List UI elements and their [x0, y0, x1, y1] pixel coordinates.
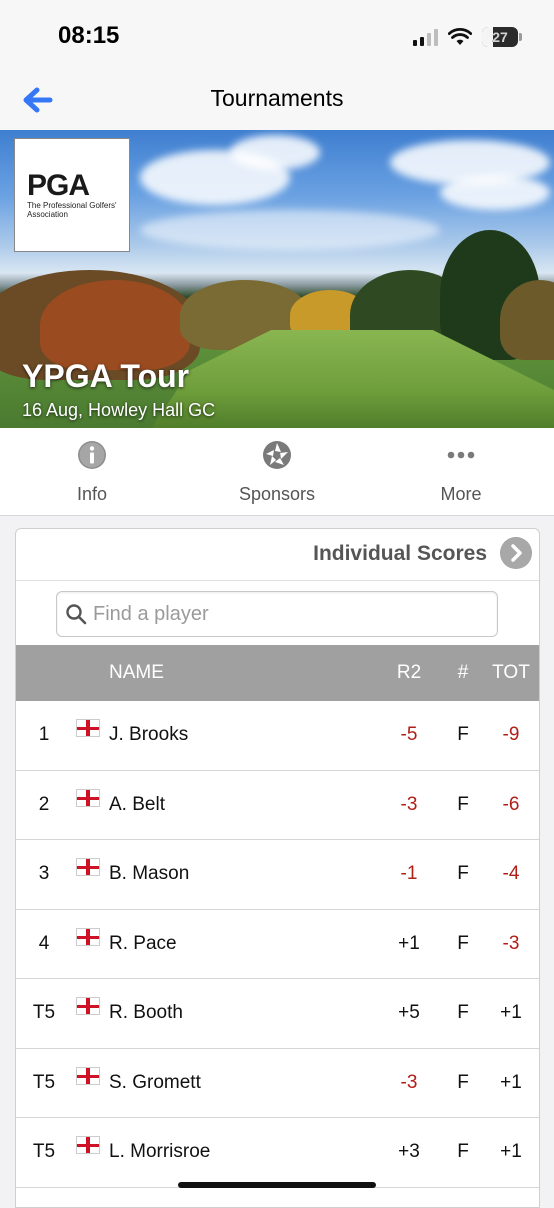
chevron-right-icon: [500, 537, 532, 569]
more-dots-icon: [446, 440, 476, 470]
row-round2-score: +1: [386, 933, 432, 955]
tab-sponsors-label: Sponsors: [185, 484, 369, 505]
row-thru: F: [452, 1002, 474, 1024]
england-flag-icon: [76, 789, 100, 807]
battery-icon: 27: [482, 27, 518, 47]
battery-level: 27: [492, 29, 508, 45]
table-row[interactable]: 2 A. Belt -3 F -6: [16, 771, 539, 841]
status-icons: 27: [413, 25, 518, 49]
table-row[interactable]: T5 L. Morrisroe +3 F +1: [16, 1118, 539, 1188]
row-player-name: B. Mason: [109, 863, 189, 885]
row-thru: F: [452, 724, 474, 746]
row-total: -6: [490, 794, 532, 816]
row-total: +1: [490, 1072, 532, 1094]
tab-more-label: More: [369, 484, 553, 505]
row-position: 1: [16, 724, 72, 746]
row-total: -3: [490, 933, 532, 955]
individual-scores-title: Individual Scores: [313, 542, 487, 566]
status-bar: 08:15 27: [0, 0, 554, 72]
tournament-subtitle: 16 Aug, Howley Hall GC: [22, 400, 215, 421]
table-header: NAME R2 # TOT: [16, 645, 539, 701]
tab-info-label: Info: [0, 484, 184, 505]
column-tot: TOT: [490, 662, 532, 684]
tab-more[interactable]: More: [369, 428, 553, 516]
signal-icon: [413, 28, 438, 46]
scores-card: Individual Scores NAME R2 # TOT 1 J. Bro…: [15, 528, 540, 1208]
tournament-banner: PGA The Professional Golfers' Associatio…: [0, 130, 554, 428]
england-flag-icon: [76, 1136, 100, 1154]
row-total: +1: [490, 1141, 532, 1163]
row-position: T5: [16, 1002, 72, 1024]
status-time: 08:15: [58, 22, 119, 50]
player-search: [56, 591, 498, 637]
home-indicator[interactable]: [178, 1182, 376, 1188]
table-row[interactable]: 4 R. Pace +1 F -3: [16, 910, 539, 980]
row-position: 3: [16, 863, 72, 885]
england-flag-icon: [76, 997, 100, 1015]
pga-logo-mark: PGA: [27, 169, 89, 203]
search-icon: [65, 603, 87, 625]
row-round2-score: -3: [386, 794, 432, 816]
row-round2-score: -1: [386, 863, 432, 885]
row-thru: F: [452, 1072, 474, 1094]
wifi-icon: [448, 28, 472, 46]
table-row[interactable]: 3 B. Mason -1 F -4: [16, 840, 539, 910]
leaderboard-rows: 1 J. Brooks -5 F -9 2 A. Belt -3 F -6 3 …: [16, 701, 539, 1188]
column-thru: #: [452, 662, 474, 684]
navigation-bar: Tournaments: [0, 72, 554, 130]
table-row[interactable]: T5 R. Booth +5 F +1: [16, 979, 539, 1049]
pga-logo-subtext: The Professional Golfers' Association: [27, 201, 127, 219]
england-flag-icon: [76, 1067, 100, 1085]
column-name: NAME: [109, 662, 164, 684]
row-round2-score: -5: [386, 724, 432, 746]
tournament-title: YPGA Tour: [22, 358, 189, 395]
search-input[interactable]: [93, 600, 483, 628]
row-player-name: R. Booth: [109, 1002, 183, 1024]
table-row[interactable]: 1 J. Brooks -5 F -9: [16, 701, 539, 771]
info-icon: [77, 440, 107, 470]
row-total: -9: [490, 724, 532, 746]
row-player-name: A. Belt: [109, 794, 165, 816]
row-total: +1: [490, 1002, 532, 1024]
tab-sponsors[interactable]: Sponsors: [185, 428, 369, 516]
aperture-icon: [262, 440, 292, 470]
page-title: Tournaments: [0, 85, 554, 112]
row-player-name: R. Pace: [109, 933, 177, 955]
row-position: 4: [16, 933, 72, 955]
england-flag-icon: [76, 719, 100, 737]
row-thru: F: [452, 933, 474, 955]
row-position: T5: [16, 1072, 72, 1094]
row-total: -4: [490, 863, 532, 885]
row-thru: F: [452, 863, 474, 885]
individual-scores-header[interactable]: Individual Scores: [16, 529, 539, 581]
pga-logo: PGA The Professional Golfers' Associatio…: [14, 138, 130, 252]
row-player-name: J. Brooks: [109, 724, 188, 746]
row-thru: F: [452, 794, 474, 816]
tab-bar: Info Sponsors More: [0, 428, 554, 516]
tab-info[interactable]: Info: [0, 428, 184, 516]
column-r2: R2: [386, 662, 432, 684]
row-round2-score: +3: [386, 1141, 432, 1163]
row-player-name: L. Morrisroe: [109, 1141, 210, 1163]
row-position: T5: [16, 1141, 72, 1163]
england-flag-icon: [76, 928, 100, 946]
row-player-name: S. Gromett: [109, 1072, 201, 1094]
row-position: 2: [16, 794, 72, 816]
row-thru: F: [452, 1141, 474, 1163]
england-flag-icon: [76, 858, 100, 876]
row-round2-score: -3: [386, 1072, 432, 1094]
table-row[interactable]: T5 S. Gromett -3 F +1: [16, 1049, 539, 1119]
row-round2-score: +5: [386, 1002, 432, 1024]
